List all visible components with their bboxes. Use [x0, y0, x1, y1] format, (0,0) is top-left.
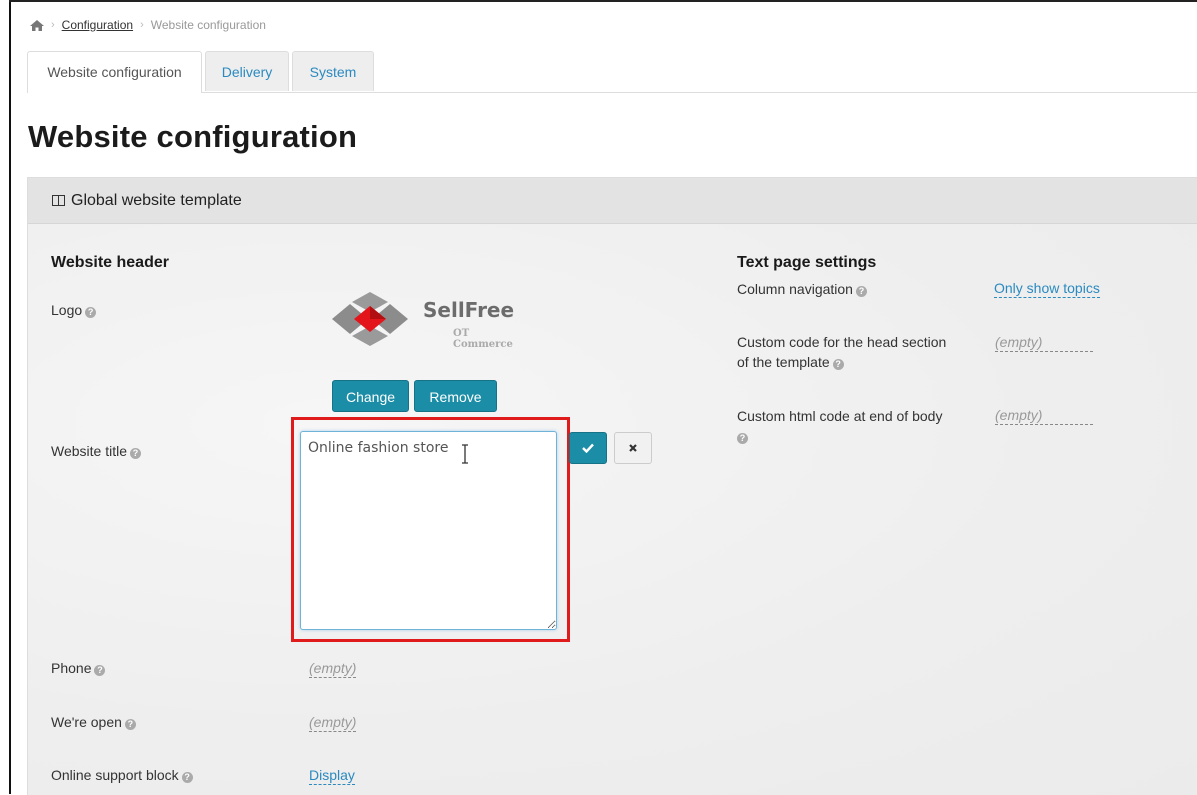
window-border-top — [9, 0, 1197, 2]
help-icon[interactable]: ? — [94, 665, 106, 676]
open-hours-value[interactable]: (empty) — [309, 713, 357, 732]
website-title-label: Website title? — [51, 441, 141, 461]
head-code-value[interactable]: (empty) — [995, 333, 1093, 352]
page-title: Website configuration — [28, 119, 358, 154]
panel-title: Global website template — [71, 191, 242, 209]
change-logo-button[interactable]: Change — [332, 380, 409, 412]
logo-label-text: Logo — [51, 302, 83, 318]
help-icon[interactable]: ? — [124, 719, 136, 730]
logo-tagline-text: OT Commerce — [453, 328, 513, 350]
support-block-label-text: Online support block — [51, 767, 179, 783]
panel-header: Global website template — [28, 178, 1197, 224]
head-code-label-line1: Custom code for the head section — [737, 334, 947, 350]
cancel-button[interactable] — [614, 432, 652, 464]
tab-bar: Website configuration Delivery System — [27, 51, 1197, 93]
support-block-value[interactable]: Display — [309, 766, 355, 785]
window-border-left — [9, 0, 11, 794]
column-navigation-value[interactable]: Only show topics — [994, 279, 1100, 298]
logo-brand-text: SellFree — [423, 298, 515, 322]
breadcrumb-separator-icon: › — [140, 19, 144, 31]
section-title-website-header: Website header — [51, 254, 169, 271]
website-title-label-text: Website title — [51, 443, 127, 459]
phone-label-text: Phone — [51, 660, 92, 676]
help-icon[interactable]: ? — [855, 286, 867, 297]
help-icon[interactable]: ? — [130, 448, 141, 459]
help-icon[interactable]: ? — [85, 307, 97, 318]
remove-logo-button[interactable]: Remove — [414, 380, 497, 412]
breadcrumb-link-configuration[interactable]: Configuration — [62, 18, 133, 32]
body-code-label: Custom html code at end of body? — [737, 406, 942, 446]
tab-delivery[interactable]: Delivery — [205, 51, 289, 91]
section-title-text-page-settings: Text page settings — [737, 254, 877, 271]
body-code-label-text: Custom html code at end of body — [737, 408, 943, 424]
site-logo: SellFree OT Commerce — [332, 292, 522, 350]
phone-label: Phone? — [51, 658, 106, 678]
global-template-panel: Global website template — [27, 177, 1197, 795]
confirm-button[interactable] — [569, 432, 607, 464]
columns-icon — [52, 195, 65, 206]
home-icon[interactable] — [30, 19, 44, 31]
tab-website-configuration[interactable]: Website configuration — [27, 51, 202, 93]
times-icon — [629, 444, 637, 452]
website-title-textarea[interactable] — [300, 431, 557, 630]
breadcrumb-current: Website configuration — [150, 18, 266, 32]
help-icon[interactable]: ? — [181, 772, 193, 783]
head-code-label-line2: of the template — [737, 354, 830, 370]
head-code-label: Custom code for the head section of the … — [737, 332, 946, 372]
support-block-label: Online support block? — [51, 765, 193, 785]
help-icon[interactable]: ? — [737, 433, 748, 444]
column-navigation-label-text: Column navigation — [737, 281, 853, 297]
breadcrumb: › Configuration › Website configuration — [30, 18, 266, 32]
logo-label: Logo? — [51, 300, 97, 320]
column-navigation-label: Column navigation? — [737, 279, 867, 299]
open-hours-label: We're open? — [51, 712, 136, 732]
text-cursor-icon — [462, 444, 468, 464]
breadcrumb-separator-icon: › — [51, 19, 55, 31]
tab-system[interactable]: System — [292, 51, 374, 91]
check-icon — [582, 443, 594, 453]
phone-value[interactable]: (empty) — [309, 659, 357, 678]
help-icon[interactable]: ? — [832, 359, 844, 370]
open-hours-label-text: We're open — [51, 714, 122, 730]
body-code-value[interactable]: (empty) — [995, 406, 1093, 425]
